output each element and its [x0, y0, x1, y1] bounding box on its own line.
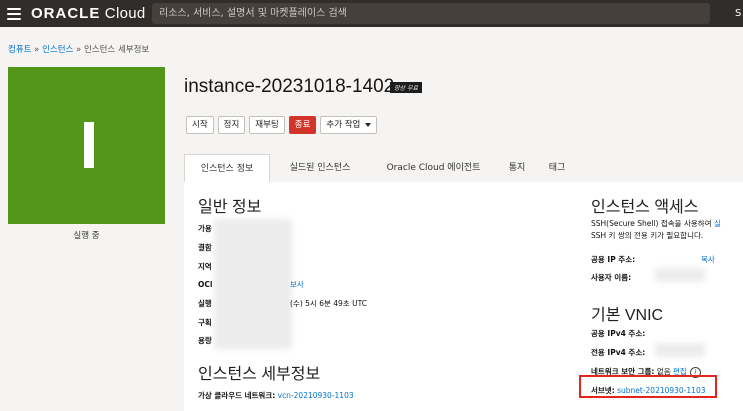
breadcrumb: 컴퓨트 » 인스턴스 » 인스턴스 세부정보 — [8, 43, 149, 55]
breadcrumb-instances[interactable]: 인스턴스 — [42, 45, 73, 55]
stop-button[interactable]: 정지 — [217, 116, 246, 134]
instance-details-heading: 인스턴스 세부정보 — [198, 366, 321, 383]
redacted-values — [214, 219, 292, 349]
access-link[interactable]: 실 — [714, 219, 721, 228]
redacted-username — [655, 268, 705, 282]
access-description-1: SSH(Secure Shell) 접속을 사용하여 실 — [591, 219, 721, 228]
start-button[interactable]: 시작 — [186, 116, 214, 134]
private-ipv4-row: 전용 IPv4 주소: — [591, 348, 646, 357]
tab-cloud-agent[interactable]: Oracle Cloud 에이전트 — [376, 154, 491, 182]
instance-status-tile — [8, 67, 165, 224]
more-actions-label: 추가 작업 — [326, 120, 361, 130]
vcn-row: 가상 클라우드 네트워크: vcn-20210930-1103 — [198, 391, 354, 400]
general-info-heading: 일반 정보 — [198, 199, 262, 216]
instance-access-heading: 인스턴스 액세스 — [591, 199, 699, 216]
label-launched: 실행 — [198, 299, 212, 308]
label-ocid: OCI — [198, 280, 213, 289]
search-input[interactable]: 리소스, 서비스, 설명서 및 마켓플레이스 검색 — [152, 3, 710, 24]
reboot-button[interactable]: 재부팅 — [249, 116, 285, 134]
chevron-down-icon — [365, 122, 372, 127]
access-description-2: SSH 키 쌍의 전용 키가 필요합니다. — [591, 231, 704, 240]
ocid-copy-link[interactable]: 보사 — [290, 279, 304, 290]
oracle-cloud-logo[interactable]: ORACLE Cloud — [31, 5, 146, 22]
tab-instance-info[interactable]: 인스턴스 정보 — [184, 154, 270, 183]
label-fault-domain: 결함 — [198, 243, 212, 252]
public-ipv4-row: 공용 IPv4 주소: — [591, 329, 646, 338]
breadcrumb-separator: » — [73, 45, 84, 55]
terminate-button[interactable]: 종료 — [288, 116, 317, 134]
tab-notifications[interactable]: 통지 — [502, 154, 532, 182]
label-capacity: 용량 — [198, 336, 212, 345]
primary-vnic-heading: 기본 VNIC — [591, 307, 664, 324]
vcn-link[interactable]: vcn-20210930-1103 — [278, 391, 354, 400]
username-row: 사용자 이름: — [591, 273, 632, 282]
label-region: 지역 — [198, 262, 212, 271]
page-title: instance-20231018-1402 — [184, 76, 395, 97]
always-free-badge: 항상 무료 — [390, 82, 422, 93]
tab-shielded-instance[interactable]: 실드된 인스턴스 — [272, 154, 368, 182]
status-label: 실행 중 — [73, 231, 100, 241]
instance-icon — [84, 122, 94, 168]
label-availability-domain: 가용 — [198, 224, 212, 233]
tab-bar: 인스턴스 정보 실드된 인스턴스 Oracle Cloud 에이전트 통지 태그 — [184, 154, 743, 183]
breadcrumb-current: 인스턴스 세부정보 — [83, 45, 150, 55]
breadcrumb-separator: » — [31, 45, 43, 55]
launched-value: (수) 5시 6분 49초 UTC — [290, 299, 367, 308]
breadcrumb-compute[interactable]: 컴퓨트 — [8, 45, 31, 55]
tab-tags[interactable]: 태그 — [542, 154, 572, 182]
hamburger-menu-icon[interactable] — [7, 7, 21, 20]
label-compartment: 구획 — [198, 318, 212, 327]
more-actions-button[interactable]: 추가 작업 — [320, 116, 378, 134]
action-bar: 시작 정지 재부팅 종료 추가 작업 — [186, 116, 378, 134]
redacted-private-ip — [655, 343, 705, 357]
copy-ip-link[interactable]: 복사 — [701, 254, 715, 265]
topbar-right-text[interactable]: S — [735, 0, 743, 27]
subnet-highlight-box — [579, 375, 717, 398]
top-bar: ORACLE Cloud 리소스, 서비스, 설명서 및 마켓플레이스 검색 S — [0, 0, 743, 27]
public-ip-row: 공용 IP 주소: — [591, 255, 636, 264]
